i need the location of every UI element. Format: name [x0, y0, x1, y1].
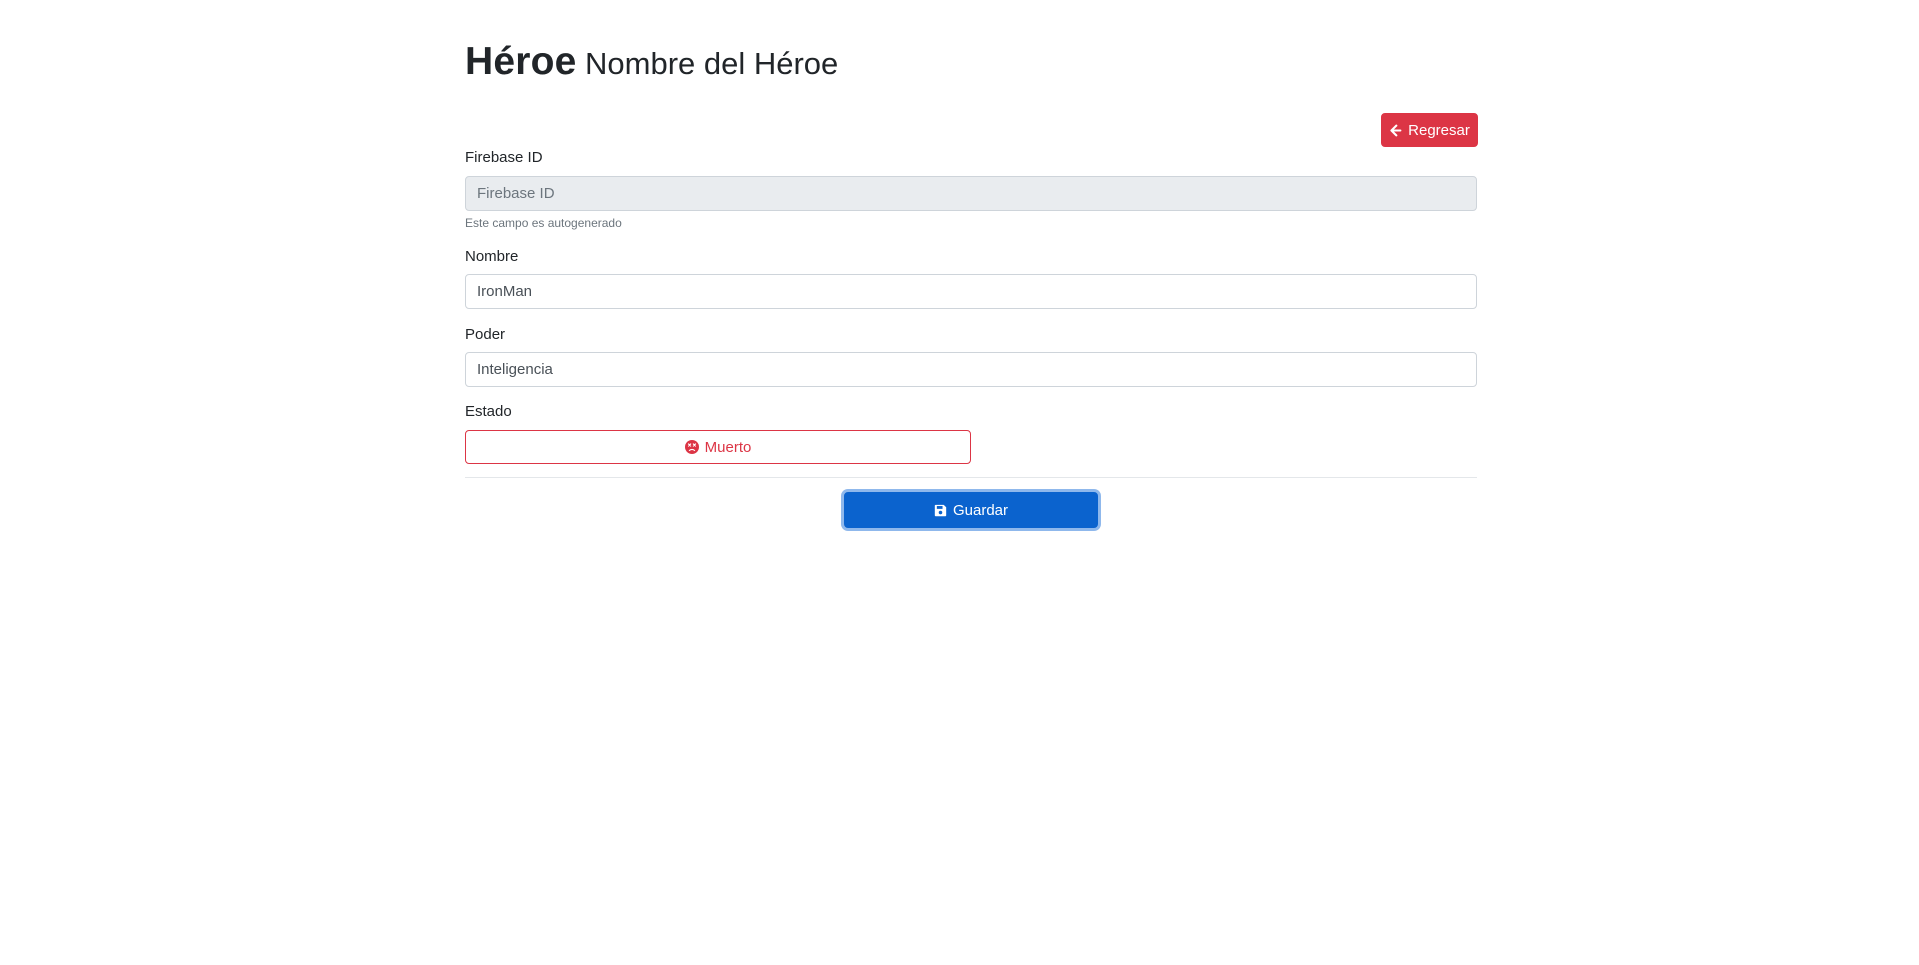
firebase-id-label: Firebase ID [465, 149, 543, 166]
arrow-left-icon [1389, 124, 1402, 137]
page-title: Héroe [465, 40, 577, 83]
firebase-id-help-text: Este campo es autogenerado [465, 216, 622, 230]
form-divider [465, 477, 1477, 478]
save-button-label: Guardar [952, 501, 1009, 519]
page-header: Héroe Nombre del Héroe [465, 40, 838, 84]
estado-label: Estado [465, 403, 512, 420]
back-button[interactable]: Regresar [1381, 113, 1478, 147]
page-subtitle: Nombre del Héroe [585, 46, 839, 81]
poder-input[interactable] [465, 352, 1477, 387]
save-icon [934, 504, 947, 517]
firebase-id-input[interactable] [465, 176, 1477, 211]
back-button-label: Regresar [1408, 121, 1470, 139]
nombre-label: Nombre [465, 248, 519, 265]
estado-button-label: Muerto [704, 438, 752, 456]
sad-face-icon [684, 440, 699, 454]
poder-label: Poder [465, 326, 506, 343]
save-button[interactable]: Guardar [844, 492, 1098, 528]
estado-toggle-button[interactable]: Muerto [465, 430, 971, 464]
nombre-input[interactable] [465, 274, 1477, 309]
